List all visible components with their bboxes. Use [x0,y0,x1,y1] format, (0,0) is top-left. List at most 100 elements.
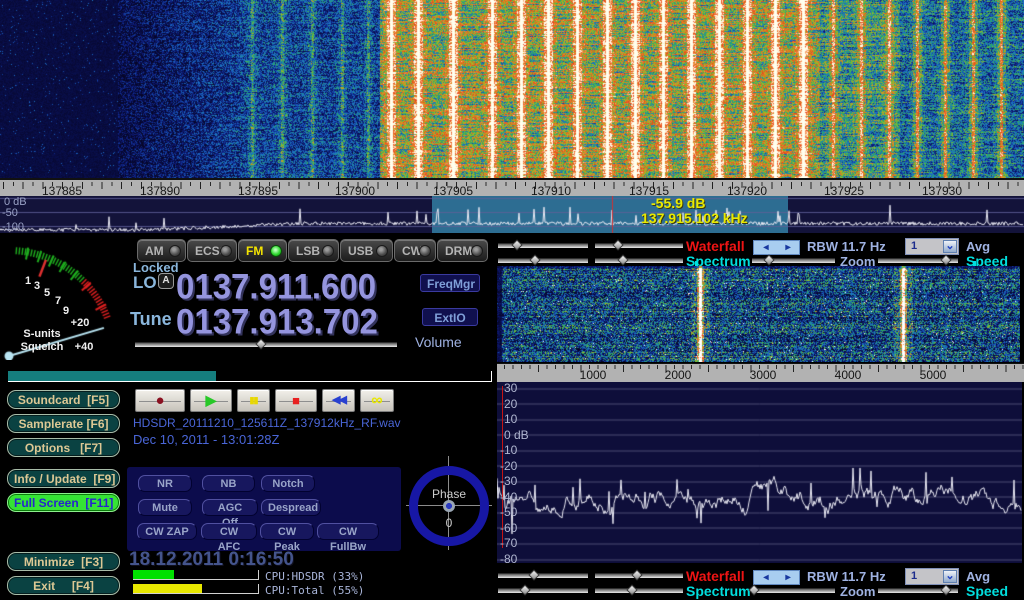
slider-thumb[interactable] [519,584,530,595]
pause-button[interactable]: ▮▮ [237,389,270,412]
volume-slider[interactable] [135,339,397,350]
record-icon: ● [155,390,164,411]
slider-thumb[interactable] [255,338,266,349]
cpu-total-fill [133,584,202,593]
waterfall-upper-level-slider[interactable] [498,570,588,581]
slider-thumb[interactable] [940,584,951,595]
mode-button-fm[interactable]: FM [238,239,287,262]
smeter-tick-label: 5 [44,287,50,299]
shift-control[interactable]: ◂ ▸ [753,240,800,255]
slider-track [595,258,683,263]
cw-afc-button[interactable]: CW AFC [201,523,257,540]
avg-dropdown[interactable]: 1 ⌄ [905,568,959,585]
soundcard-button[interactable]: Soundcard [F5] [7,390,120,409]
waterfall-label[interactable]: Waterfall [686,238,745,254]
exit-button[interactable]: Exit [F4] [7,576,120,595]
db-axis-label: -50 [2,207,18,219]
shift-control[interactable]: ◂ ▸ [753,570,800,585]
slider-thumb[interactable] [528,569,539,580]
rewind-button[interactable]: ◀◀ [322,389,355,412]
agc-button[interactable]: AGC Off [202,499,258,516]
slider-track [595,588,683,593]
mode-button-am[interactable]: AM [137,239,186,262]
slider-thumb[interactable] [511,239,522,250]
af-tick-label: 1000 [561,368,625,382]
af-frequency-ruler[interactable]: 1000 2000 3000 4000 5000 [497,363,1024,382]
progress-fill [8,371,216,381]
cw-zap-button[interactable]: CW ZAP [137,523,197,540]
lo-label: LO [133,273,157,293]
cw-peak-button[interactable]: CW Peak [260,523,314,540]
fullscreen-button[interactable]: Full Screen [F11] [7,493,120,512]
samplerate-button[interactable]: Samplerate [F6] [7,414,120,433]
slider-thumb[interactable] [612,239,623,250]
arrow-left-icon[interactable]: ◂ [755,241,777,254]
rewind-icon: ◀◀ [332,390,345,411]
zoom-slider[interactable] [752,585,835,596]
recording-filename: HDSDR_20111210_125611Z_137912kHz_RF.wav [133,416,401,430]
zoom-label: Zoom [840,584,875,599]
slider-thumb[interactable] [529,254,540,265]
lo-auto-badge[interactable]: A [158,273,174,289]
mute-button[interactable]: Mute [138,499,192,516]
rf-spectrum-trace[interactable] [0,196,1024,233]
loop-button[interactable]: ∞ [360,389,394,412]
freqmgr-button[interactable]: FreqMgr [420,274,480,292]
arrow-left-icon[interactable]: ◂ [755,571,777,584]
speed-slider[interactable] [878,255,958,266]
mode-button-lsb[interactable]: LSB [288,239,339,262]
waterfall-label[interactable]: Waterfall [686,568,745,584]
tune-frequency-display[interactable]: 0137.913.702 [176,301,378,342]
rf-waterfall[interactable] [0,0,1024,178]
spectrum-label[interactable]: Spectrum [686,583,751,599]
nr-button[interactable]: NR [138,475,192,492]
zoom-slider[interactable] [752,255,835,266]
despread-button[interactable]: Despread [261,499,321,516]
play-button[interactable]: ▶ [190,389,232,412]
slider-thumb[interactable] [626,584,637,595]
phase-dial[interactable]: Phase 0 [402,456,496,550]
chevron-down-icon[interactable]: ⌄ [943,240,957,253]
volume-label: Volume [415,334,462,350]
spectrum-lower-level-slider[interactable] [595,255,683,266]
spectrum-lower-level-slider[interactable] [595,585,683,596]
waterfall-upper-level-slider[interactable] [498,240,588,251]
avg-label: Avg [966,239,990,254]
stop-button[interactable]: ■ [275,389,317,412]
extio-button[interactable]: ExtIO [422,308,478,326]
record-button[interactable]: ● [135,389,185,412]
arrow-right-icon[interactable]: ▸ [777,241,799,254]
spectrum-upper-level-slider[interactable] [498,585,588,596]
notch-button[interactable]: Notch [261,475,315,492]
slider-thumb[interactable] [617,254,628,265]
info-update-button[interactable]: Info / Update [F9] [7,469,120,488]
cw-fullbw-button[interactable]: CW FullBw [317,523,379,540]
rf-frequency-ruler[interactable]: 137885 137890 137895 137900 137905 13791… [0,178,1024,196]
rbw-label: RBW 11.7 Hz [807,239,886,254]
af-spectrum[interactable] [497,382,1022,563]
options-button[interactable]: Options [F7] [7,438,120,457]
mode-button-ecss[interactable]: ECSS [187,239,237,262]
slider-thumb[interactable] [632,569,643,580]
chevron-down-icon[interactable]: ⌄ [943,570,957,583]
slider-track [498,573,588,578]
arrow-right-icon[interactable]: ▸ [777,571,799,584]
playback-progress-bar[interactable] [8,371,492,382]
af-waterfall[interactable] [497,266,1020,362]
avg-dropdown[interactable]: 1 ⌄ [905,238,959,255]
af-tick-label: 3000 [731,368,795,382]
db-axis-label: -100 [2,221,24,233]
mode-button-drm[interactable]: DRM [437,239,488,262]
waterfall-lower-level-slider[interactable] [595,570,683,581]
nb-button[interactable]: NB [202,475,255,492]
mode-button-cw[interactable]: CW [394,239,436,262]
mode-button-usb[interactable]: USB [340,239,393,262]
speed-slider[interactable] [878,585,958,596]
spectrum-upper-level-slider[interactable] [498,255,588,266]
readout-frequency: 137.915.102 kHz [641,211,748,226]
mode-label: FM [246,244,263,258]
slider-thumb[interactable] [763,254,774,265]
slider-thumb[interactable] [940,254,951,265]
waterfall-lower-level-slider[interactable] [595,240,683,251]
minimize-button[interactable]: Minimize [F3] [7,552,120,571]
